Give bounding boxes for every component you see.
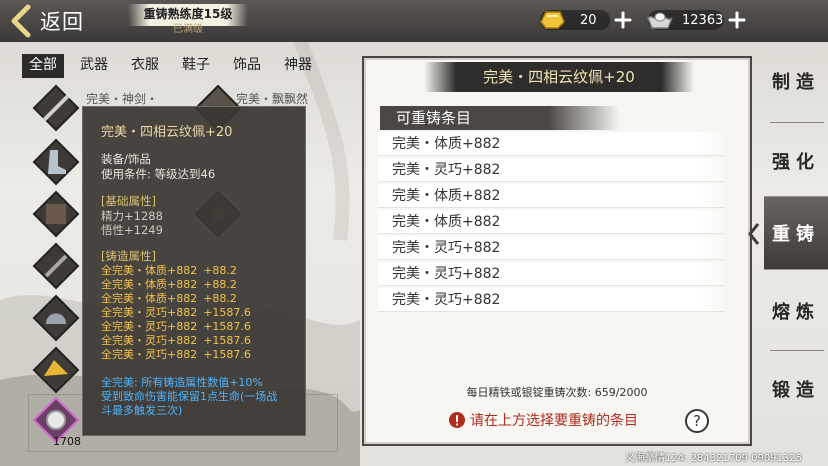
tooltip-forge-attr: 全完美・灵巧+882 +1587.6 — [101, 334, 251, 347]
tooltip-forge-attr: 全完美・灵巧+882 +1587.6 — [101, 306, 251, 319]
tooltip-base-attr: 精力+1288 — [101, 209, 163, 223]
weapon-item-icon[interactable] — [32, 242, 80, 290]
tab-shoes[interactable]: 鞋子 — [175, 54, 217, 78]
tooltip-set-bonus: 受到致命伤害能保留1点生命(一场战 — [101, 390, 278, 403]
reforge-panel: 完美・四相云纹佩+20 可重铸条目 完美・体质+882 完美・灵巧+882 完美… — [362, 56, 752, 446]
reforge-entry[interactable]: 完美・灵巧+882 — [378, 262, 724, 286]
item-tooltip: 完美・四相云纹佩+20 装备/饰品 使用条件: 等级达到46 [基础属性] 精力… — [82, 106, 306, 436]
tooltip-set-bonus: 斗最多触发三次) — [101, 404, 183, 417]
reforge-mastery-level: 重铸熟练度15级 已满级 — [128, 4, 248, 38]
nav-craft-label: 制造 — [772, 72, 820, 93]
panel-title-bar: 完美・四相云纹佩+20 — [424, 62, 694, 92]
reforge-entry[interactable]: 完美・灵巧+882 — [378, 288, 724, 312]
reforge-entry-label: 完美・体质+882 — [392, 136, 501, 152]
add-gold-button[interactable] — [614, 11, 632, 29]
tooltip-requirement: 使用条件: 等级达到46 — [101, 167, 216, 181]
reforge-entry-label: 完美・体质+882 — [392, 214, 501, 230]
tab-weapon[interactable]: 武器 — [73, 54, 115, 78]
reforge-entry-label: 完美・灵巧+882 — [392, 266, 501, 282]
reforge-entry[interactable]: 完美・灵巧+882 — [378, 158, 724, 182]
nav-divider — [770, 122, 824, 123]
gold-currency: 20 — [540, 8, 632, 32]
top-bar: 返回 重铸熟练度15级 已满级 20 12363 — [0, 0, 828, 42]
nav-smelt-label: 熔炼 — [772, 302, 820, 323]
back-button[interactable]: 返回 — [0, 2, 112, 40]
silver-value: 12363 — [682, 12, 724, 28]
reforge-entry[interactable]: 完美・灵巧+882 — [378, 236, 724, 260]
reforge-entry-label: 完美・体质+882 — [392, 188, 501, 204]
player-id-footer: 义海豪情124: 284321709 09091325 — [625, 453, 802, 464]
add-silver-button[interactable] — [728, 11, 746, 29]
tab-all[interactable]: 全部 — [22, 54, 64, 78]
item-label: 完美・飘飘然 — [236, 92, 309, 106]
reforgeable-header: 可重铸条目 — [380, 106, 620, 130]
warning-icon — [449, 412, 465, 428]
tooltip-forge-attr: 全完美・灵巧+882 +1587.6 — [101, 348, 251, 361]
nav-smelt[interactable]: 熔炼 — [764, 274, 828, 348]
gold-ingot-icon — [540, 11, 565, 29]
item-label: 完美・神剑・ — [86, 92, 159, 106]
tooltip-forge-attr: 全完美・体质+882 +88.2 — [101, 264, 237, 277]
mastery-title: 重铸熟练度15级 — [143, 7, 233, 21]
tooltip-base-attr: 悟性+1249 — [101, 223, 163, 237]
slot-count: 1708 — [53, 435, 81, 448]
back-label: 返回 — [40, 10, 84, 34]
select-entry-hint: 请在上方选择要重铸的条目 — [448, 408, 638, 432]
reforge-entry-label: 完美・灵巧+882 — [392, 292, 501, 308]
hint-label: 请在上方选择要重铸的条目 — [470, 413, 638, 429]
sword-item-icon[interactable] — [32, 84, 80, 132]
nav-forge[interactable]: 锻造 — [764, 352, 828, 426]
category-tabs: 全部 武器 衣服 鞋子 饰品 神器 — [22, 54, 328, 78]
tooltip-base-section: [基础属性] — [101, 194, 156, 208]
nav-reforge[interactable]: 重铸 — [764, 196, 828, 270]
tab-clothes[interactable]: 衣服 — [124, 54, 166, 78]
nav-forge-label: 锻造 — [772, 380, 820, 401]
reforge-entry[interactable]: 完美・体质+882 — [378, 184, 724, 208]
tooltip-set-bonus: 全完美: 所有铸造属性数值+10% — [101, 376, 263, 389]
silver-ingot-icon — [647, 12, 673, 29]
gold-item-icon[interactable] — [32, 346, 80, 394]
nav-divider — [770, 350, 824, 351]
help-button[interactable]: ? — [684, 408, 710, 434]
helmet-item-icon[interactable] — [32, 294, 80, 342]
tab-accessory[interactable]: 饰品 — [226, 54, 268, 78]
side-navigation: 制造 强化 重铸 熔炼 锻造 — [756, 44, 828, 464]
reforgeable-header-label: 可重铸条目 — [396, 109, 472, 127]
silver-currency: 12363 — [647, 8, 746, 32]
gold-value: 20 — [580, 12, 597, 28]
tooltip-forge-attr: 全完美・灵巧+882 +1587.6 — [101, 320, 251, 333]
reforge-entry-label: 完美・灵巧+882 — [392, 240, 501, 256]
tooltip-forge-attr: 全完美・体质+882 +88.2 — [101, 292, 237, 305]
reforge-entry[interactable]: 完美・体质+882 — [378, 132, 724, 156]
daily-reforge-count: 每日精铁或银锭重铸次数: 659/2000 — [466, 386, 648, 399]
panel-title: 完美・四相云纹佩+20 — [483, 68, 635, 86]
nav-enhance-label: 强化 — [772, 152, 820, 173]
reforge-entry-label: 完美・灵巧+882 — [392, 162, 501, 178]
reforge-entry-list: 完美・体质+882 完美・灵巧+882 完美・体质+882 完美・体质+882 … — [378, 132, 724, 314]
nav-reforge-label: 重铸 — [772, 224, 820, 245]
armor-item-icon[interactable] — [32, 190, 80, 238]
back-arrow-icon — [11, 4, 31, 38]
nav-enhance[interactable]: 强化 — [764, 124, 828, 198]
tooltip-forge-attr: 全完美・体质+882 +88.2 — [101, 278, 237, 291]
tooltip-item-type: 装备/饰品 — [101, 152, 151, 166]
tooltip-forge-section: [铸造属性] — [101, 249, 156, 263]
tooltip-item-name: 完美・四相云纹佩+20 — [101, 125, 233, 140]
tab-artifact[interactable]: 神器 — [277, 54, 319, 78]
reforge-entry[interactable]: 完美・体质+882 — [378, 210, 724, 234]
nav-craft[interactable]: 制造 — [764, 44, 828, 118]
mastery-max-label: 已满级 — [173, 24, 203, 35]
boots-item-icon[interactable] — [32, 138, 80, 186]
svg-text:?: ? — [693, 412, 701, 430]
